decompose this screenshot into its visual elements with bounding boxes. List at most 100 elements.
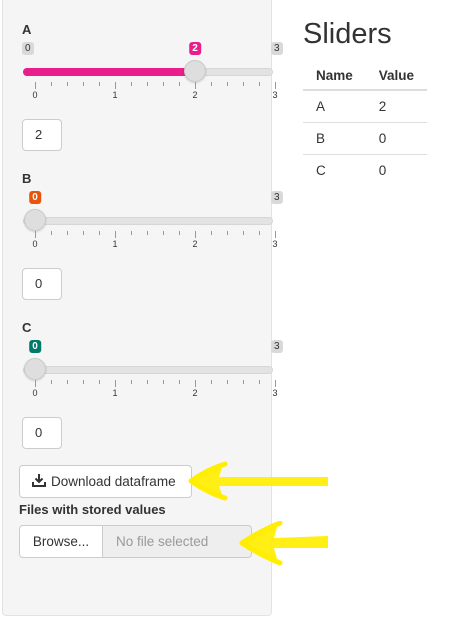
slider-tick [211,231,212,235]
download-dataframe-button[interactable]: Download dataframe [19,465,192,498]
slider-b-tick-label: 1 [112,239,118,249]
slider-tick [99,231,100,235]
files-label: Files with stored values [19,502,166,517]
slider-c-track[interactable] [23,366,273,374]
slider-tick [227,231,228,235]
slider-tick [259,82,260,86]
slider-c-handle[interactable] [24,358,46,380]
slider-b-track[interactable] [23,217,273,225]
slider-tick [211,380,212,384]
slider-tick [67,82,68,86]
slider-c-label: C [22,320,32,335]
slider-c-tick-label: 0 [32,388,38,398]
file-name-field[interactable]: No file selected [103,525,252,558]
slider-b-tick-label: 0 [32,239,38,249]
slider-tick [115,82,116,89]
slider-tick [51,82,52,86]
slider-a-ticks [23,82,276,90]
slider-tick [179,82,180,86]
slider-c: C 0 3 0 0 1 2 3 [3,320,283,400]
table-cell-name: C [303,154,366,186]
slider-tick [51,380,52,384]
slider-tick [243,380,244,384]
slider-tick [275,380,276,387]
slider-tick [131,231,132,235]
slider-tick [179,231,180,235]
slider-tick [67,380,68,384]
slider-tick [67,231,68,235]
table-row: B 0 [303,122,428,155]
browse-button[interactable]: Browse... [19,525,103,558]
sidebar-panel: A 0 3 2 0 1 2 3 2 B 0 3 0 0 1 2 3 0 C 0 … [2,0,283,616]
slider-tick [147,231,148,235]
slider-tick [259,380,260,384]
slider-tick [115,231,116,238]
slider-tick [83,82,84,86]
slider-a-fill [23,68,195,76]
slider-b-max: 3 [271,191,283,204]
slider-b-tick-label: 3 [272,239,278,249]
slider-tick [195,82,196,89]
table-cell-value: 0 [365,122,428,155]
slider-c-tick-label: 1 [112,388,118,398]
table-row: A 2 [303,89,428,123]
slider-a-value-badge: 2 [189,42,201,55]
slider-tick [99,380,100,384]
table-cell-value: 2 [365,89,428,123]
slider-c-tick-label: 2 [192,388,198,398]
table-header-row: Name Value [303,62,428,91]
slider-tick [179,380,180,384]
slider-c-ticks [23,380,276,388]
table-cell-name: B [303,122,366,155]
slider-tick [35,82,36,89]
slider-tick [131,82,132,86]
slider-tick [131,380,132,384]
slider-b-number-input[interactable]: 0 [22,268,62,300]
table-header-value: Value [365,62,428,91]
slider-tick [35,380,36,387]
slider-tick [227,82,228,86]
slider-tick [163,82,164,86]
slider-tick [259,231,260,235]
table-cell-name: A [303,89,366,123]
slider-tick [243,82,244,86]
slider-tick [275,231,276,238]
table-row: C 0 [303,154,428,186]
slider-c-number-input[interactable]: 0 [22,417,62,449]
slider-a-max: 3 [271,42,283,55]
slider-tick [275,82,276,89]
slider-tick [35,231,36,238]
slider-tick [99,82,100,86]
download-dataframe-label: Download dataframe [51,474,176,489]
table-header-name: Name [303,62,366,91]
slider-b-value-badge: 0 [29,191,41,204]
slider-c-max: 3 [271,340,283,353]
slider-tick [211,82,212,86]
table-cell-value: 0 [365,154,428,186]
slider-a-handle[interactable] [184,60,206,82]
values-table: Name Value A 2 B 0 C 0 [303,62,428,186]
slider-a-tick-label: 1 [112,90,118,100]
slider-b-tick-label: 2 [192,239,198,249]
slider-a-number-input[interactable]: 2 [22,119,62,151]
slider-a-tick-label: 0 [32,90,38,100]
slider-a-label: A [22,22,32,37]
slider-a: A 0 3 2 0 1 2 3 [3,22,283,102]
slider-tick [227,380,228,384]
slider-a-tick-label: 2 [192,90,198,100]
annotation-arrow-download [188,461,328,501]
slider-tick [243,231,244,235]
annotation-arrow-file-input [239,521,328,565]
slider-tick [163,380,164,384]
download-icon [32,473,46,490]
slider-b-label: B [22,171,32,186]
slider-tick [83,380,84,384]
slider-c-value-badge: 0 [29,340,41,353]
slider-b: B 0 3 0 0 1 2 3 [3,171,283,251]
slider-b-ticks [23,231,276,239]
slider-a-tick-label: 3 [272,90,278,100]
slider-tick [163,231,164,235]
slider-tick [51,231,52,235]
slider-tick [83,231,84,235]
slider-b-handle[interactable] [24,209,46,231]
